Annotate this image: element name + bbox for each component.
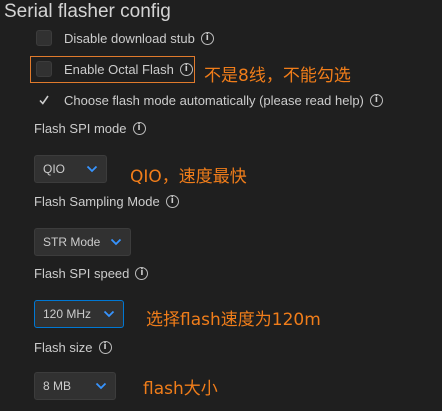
chevron-down-icon <box>103 310 115 318</box>
flash-spi-speed-select[interactable]: 120 MHz <box>34 300 124 328</box>
flash-spi-speed-heading: Flash SPI speed i <box>34 266 149 281</box>
section-title: Serial flasher config <box>4 1 171 22</box>
flash-spi-mode-select[interactable]: QIO <box>34 155 107 183</box>
disable-download-stub-row[interactable]: Disable download stub i <box>36 30 214 46</box>
flash-size-label: Flash size <box>34 340 93 355</box>
enable-octal-flash-row[interactable]: Enable Octal Flash i <box>36 61 193 77</box>
annotation-size: flash大小 <box>143 379 218 399</box>
auto-flash-mode-label: Choose flash mode automatically (please … <box>64 92 364 108</box>
flash-size-select[interactable]: 8 MB <box>34 372 116 400</box>
info-icon[interactable]: i <box>135 267 149 280</box>
checkmark-icon <box>39 95 49 105</box>
auto-flash-mode-checkbox[interactable] <box>36 92 52 108</box>
flash-spi-speed-value: 120 MHz <box>43 307 92 321</box>
chevron-down-icon <box>86 165 98 173</box>
enable-octal-flash-label: Enable Octal Flash <box>64 61 174 77</box>
flash-sampling-mode-heading: Flash Sampling Mode i <box>34 194 179 209</box>
flash-spi-speed-label: Flash SPI speed <box>34 266 130 281</box>
annotation-qio: QIO，速度最快 <box>130 167 247 187</box>
enable-octal-flash-checkbox[interactable] <box>36 61 52 77</box>
flash-spi-mode-value: QIO <box>43 162 66 176</box>
info-icon[interactable]: i <box>132 122 146 135</box>
flash-sampling-mode-select[interactable]: STR Mode <box>34 228 131 256</box>
flash-spi-mode-label: Flash SPI mode <box>34 121 127 136</box>
flash-size-heading: Flash size i <box>34 340 112 355</box>
flash-size-value: 8 MB <box>43 379 72 393</box>
annotation-octal: 不是8线，不能勾选 <box>204 66 351 86</box>
info-icon[interactable]: i <box>165 195 179 208</box>
flash-sampling-mode-value: STR Mode <box>43 235 101 249</box>
flash-sampling-mode-label: Flash Sampling Mode <box>34 194 160 209</box>
chevron-down-icon <box>95 382 107 390</box>
chevron-down-icon <box>110 238 122 246</box>
flash-spi-mode-heading: Flash SPI mode i <box>34 121 146 136</box>
info-icon[interactable]: i <box>200 31 214 45</box>
disable-download-stub-label: Disable download stub <box>64 30 195 46</box>
info-icon[interactable]: i <box>369 93 383 107</box>
annotation-speed: 选择flash速度为120m <box>146 310 321 330</box>
info-icon[interactable]: i <box>179 62 193 76</box>
info-icon[interactable]: i <box>98 341 112 354</box>
auto-flash-mode-row[interactable]: Choose flash mode automatically (please … <box>36 92 383 108</box>
disable-download-stub-checkbox[interactable] <box>36 30 52 46</box>
